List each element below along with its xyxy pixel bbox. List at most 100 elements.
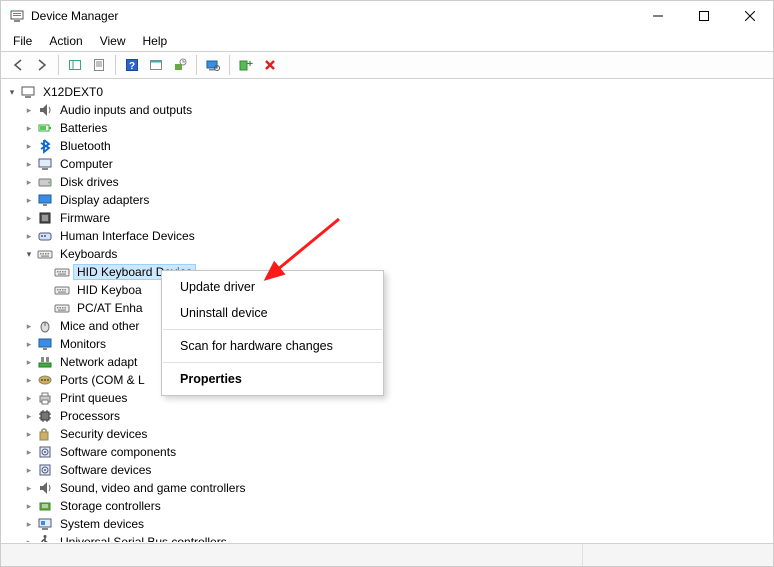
disk-icon bbox=[37, 174, 53, 190]
menu-action[interactable]: Action bbox=[41, 32, 90, 50]
chevron-right-icon[interactable]: ▸ bbox=[22, 535, 36, 542]
menu-help[interactable]: Help bbox=[135, 32, 176, 50]
chevron-right-icon[interactable]: ▸ bbox=[22, 391, 36, 405]
device-tree-pane[interactable]: ▾ X12DEXT0 ▸Audio inputs and outputs▸Bat… bbox=[1, 80, 773, 542]
menu-file[interactable]: File bbox=[5, 32, 40, 50]
statusbar bbox=[1, 543, 773, 566]
tree-category[interactable]: ▸ Mice and other bbox=[22, 317, 773, 335]
tree-device-label: HID Keyboa bbox=[74, 283, 145, 297]
chevron-right-icon[interactable]: ▸ bbox=[22, 355, 36, 369]
action-button[interactable] bbox=[145, 54, 167, 76]
chevron-right-icon[interactable]: ▸ bbox=[22, 121, 36, 135]
chevron-right-icon[interactable]: ▸ bbox=[22, 211, 36, 225]
software-icon bbox=[37, 462, 53, 478]
chevron-right-icon[interactable]: ▸ bbox=[22, 463, 36, 477]
back-button[interactable] bbox=[7, 54, 29, 76]
tree-category[interactable]: ▸ Disk drives bbox=[22, 173, 773, 191]
forward-button[interactable] bbox=[31, 54, 53, 76]
window-controls bbox=[635, 1, 773, 31]
tree-category[interactable]: ▾Keyboards bbox=[22, 245, 773, 263]
audio-icon bbox=[37, 102, 53, 118]
tree-category[interactable]: ▸ Human Interface Devices bbox=[22, 227, 773, 245]
update-driver-button[interactable] bbox=[169, 54, 191, 76]
tree-category-label: Sound, video and game controllers bbox=[57, 481, 248, 495]
minimize-button[interactable] bbox=[635, 1, 681, 31]
chevron-right-icon[interactable]: ▸ bbox=[22, 499, 36, 513]
tree-category-label: Print queues bbox=[57, 391, 130, 405]
tree-category[interactable]: ▸ System devices bbox=[22, 515, 773, 533]
uninstall-button[interactable] bbox=[259, 54, 281, 76]
chevron-right-icon[interactable]: ▸ bbox=[22, 319, 36, 333]
chevron-right-icon[interactable]: ▸ bbox=[22, 373, 36, 387]
firmware-icon bbox=[37, 210, 53, 226]
ctx-scan-hardware[interactable]: Scan for hardware changes bbox=[162, 333, 383, 359]
system-icon bbox=[37, 516, 53, 532]
add-legacy-button[interactable]: + bbox=[235, 54, 257, 76]
chevron-right-icon[interactable]: ▸ bbox=[22, 427, 36, 441]
tree-category[interactable]: ▸Batteries bbox=[22, 119, 773, 137]
chevron-right-icon[interactable]: ▸ bbox=[22, 337, 36, 351]
storage-icon bbox=[37, 498, 53, 514]
tree-category[interactable]: ▸Display adapters bbox=[22, 191, 773, 209]
tree-category[interactable]: ▸Ports (COM & L bbox=[22, 371, 773, 389]
chevron-down-icon[interactable]: ▾ bbox=[22, 247, 36, 261]
scan-hardware-button[interactable] bbox=[202, 54, 224, 76]
ctx-separator bbox=[163, 362, 382, 363]
chevron-right-icon[interactable]: ▸ bbox=[22, 229, 36, 243]
computer-icon bbox=[20, 84, 36, 100]
tree-category[interactable]: ▸Processors bbox=[22, 407, 773, 425]
ctx-uninstall-device[interactable]: Uninstall device bbox=[162, 300, 383, 326]
chevron-right-icon[interactable]: ▸ bbox=[22, 517, 36, 531]
tree-category-label: System devices bbox=[57, 517, 147, 531]
tree-category[interactable]: ▸ Sound, video and game controllers bbox=[22, 479, 773, 497]
tree-category[interactable]: ▸Computer bbox=[22, 155, 773, 173]
tree-category[interactable]: ▸ Firmware bbox=[22, 209, 773, 227]
tree-category[interactable]: ▸Software devices bbox=[22, 461, 773, 479]
tree-category-label: Monitors bbox=[57, 337, 109, 351]
tree-category[interactable]: ▸Security devices bbox=[22, 425, 773, 443]
chevron-right-icon[interactable]: ▸ bbox=[22, 481, 36, 495]
keyboard-icon bbox=[37, 246, 53, 262]
battery-icon bbox=[37, 120, 53, 136]
chevron-right-icon[interactable]: ▸ bbox=[22, 175, 36, 189]
svg-text:?: ? bbox=[129, 61, 135, 72]
tree-category[interactable]: ▸ Storage controllers bbox=[22, 497, 773, 515]
close-button[interactable] bbox=[727, 1, 773, 31]
tree-category[interactable]: ▸ Software components bbox=[22, 443, 773, 461]
tree-device[interactable]: ▸PC/AT Enha bbox=[39, 299, 773, 317]
chevron-right-icon[interactable]: ▸ bbox=[22, 193, 36, 207]
chevron-right-icon[interactable]: ▸ bbox=[22, 157, 36, 171]
tree-category[interactable]: ▸Audio inputs and outputs bbox=[22, 101, 773, 119]
tree-category-label: Software components bbox=[57, 445, 179, 459]
tree-category-label: Mice and other bbox=[57, 319, 142, 333]
toolbar: ? + bbox=[1, 51, 773, 79]
ctx-properties[interactable]: Properties bbox=[162, 366, 383, 392]
menu-view[interactable]: View bbox=[92, 32, 134, 50]
ctx-update-driver[interactable]: Update driver bbox=[162, 274, 383, 300]
help-button[interactable]: ? bbox=[121, 54, 143, 76]
tree-category-label: Universal Serial Bus controllers bbox=[57, 535, 230, 542]
security-icon bbox=[37, 426, 53, 442]
maximize-button[interactable] bbox=[681, 1, 727, 31]
chevron-down-icon[interactable]: ▾ bbox=[5, 85, 19, 99]
tree-category-label: Disk drives bbox=[57, 175, 122, 189]
chevron-right-icon[interactable]: ▸ bbox=[22, 103, 36, 117]
tree-category-label: Firmware bbox=[57, 211, 113, 225]
tree-device[interactable]: ▸HID Keyboa bbox=[39, 281, 773, 299]
properties-button[interactable] bbox=[88, 54, 110, 76]
tree-category[interactable]: ▸ Monitors bbox=[22, 335, 773, 353]
chevron-right-icon[interactable]: ▸ bbox=[22, 409, 36, 423]
tree-category[interactable]: ▸Bluetooth bbox=[22, 137, 773, 155]
tree-category[interactable]: ▸Network adapt bbox=[22, 353, 773, 371]
show-hide-tree-button[interactable] bbox=[64, 54, 86, 76]
tree-category[interactable]: ▸ Print queues bbox=[22, 389, 773, 407]
tree-device[interactable]: ▸HID Keyboard Device bbox=[39, 263, 773, 281]
tree-root[interactable]: ▾ X12DEXT0 bbox=[5, 83, 773, 101]
tree-category[interactable]: ▸ Universal Serial Bus controllers bbox=[22, 533, 773, 542]
tree-category-label: Storage controllers bbox=[57, 499, 164, 513]
tree-category-label: Human Interface Devices bbox=[57, 229, 198, 243]
hid-icon bbox=[37, 228, 53, 244]
chevron-right-icon[interactable]: ▸ bbox=[22, 445, 36, 459]
status-cell bbox=[583, 544, 773, 566]
chevron-right-icon[interactable]: ▸ bbox=[22, 139, 36, 153]
